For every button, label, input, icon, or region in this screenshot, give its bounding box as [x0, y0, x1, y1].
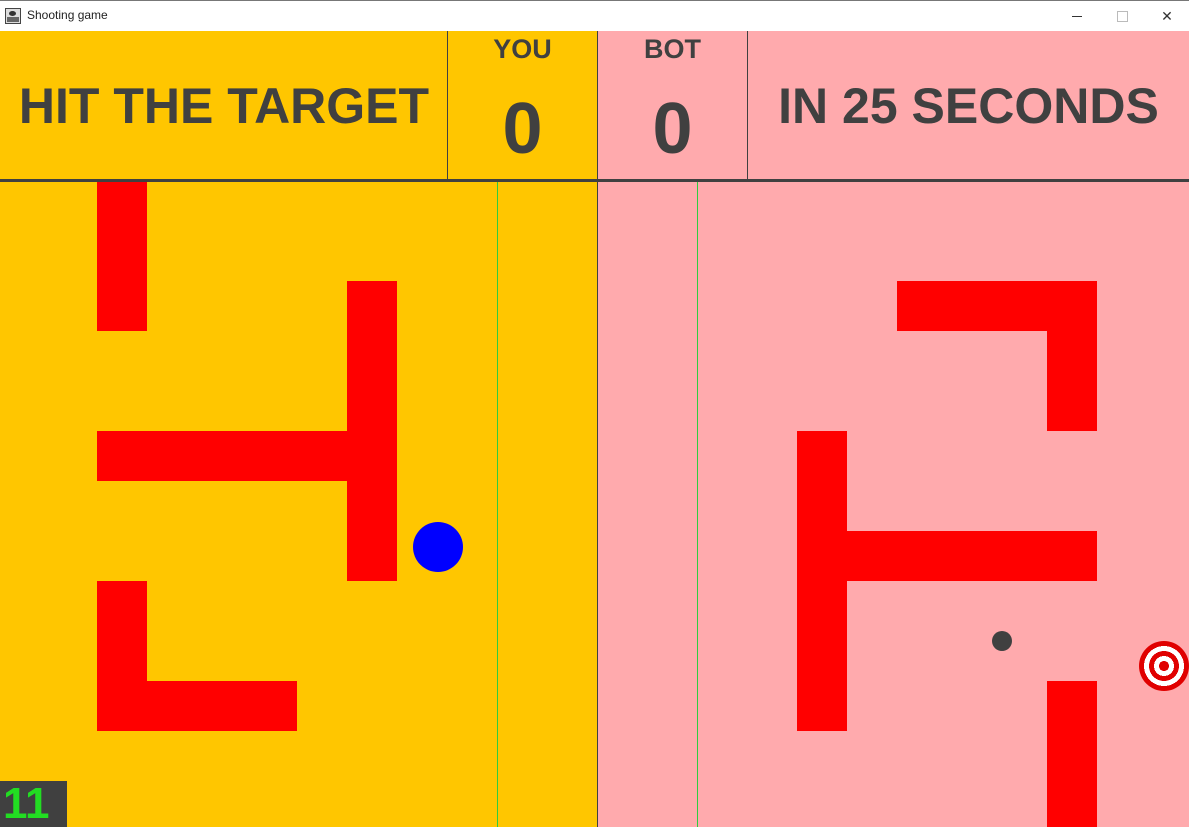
wall: [1047, 681, 1097, 827]
you-score-cell: 0: [447, 68, 598, 180]
right-message-panel: IN 25 SECONDS: [748, 31, 1189, 180]
title-bar: Shooting game ✕: [0, 0, 1189, 31]
close-icon: ✕: [1161, 7, 1173, 24]
left-message-panel: HIT THE TARGET: [0, 31, 448, 180]
bot-label: BOT: [644, 34, 701, 64]
maximize-icon: [1116, 10, 1128, 22]
bullseye-target-icon[interactable]: [1139, 641, 1189, 691]
you-label-cell: YOU: [447, 31, 598, 69]
minimize-icon: [1072, 15, 1082, 17]
minimize-button[interactable]: [1054, 1, 1100, 31]
wall: [97, 581, 147, 731]
bot-guide-line: [697, 182, 698, 827]
wall: [97, 182, 147, 331]
player-ball[interactable]: [413, 522, 463, 572]
close-button[interactable]: ✕: [1144, 1, 1189, 31]
countdown-timer: 11: [0, 781, 67, 827]
bot-field: [598, 182, 1189, 827]
bot-ball: [992, 631, 1012, 651]
right-message: IN 25 SECONDS: [778, 77, 1159, 134]
timer-value: 11: [3, 779, 50, 828]
bot-score: 0: [652, 89, 693, 169]
app-icon: [5, 8, 21, 24]
wall: [347, 281, 397, 581]
bot-score-cell: 0: [597, 68, 748, 180]
wall: [97, 431, 347, 481]
wall: [847, 531, 1097, 581]
wall: [147, 681, 297, 731]
you-score: 0: [502, 89, 543, 169]
bot-label-cell: BOT: [597, 31, 748, 69]
player-guide-line: [497, 182, 498, 827]
wall: [1047, 331, 1097, 431]
wall: [797, 431, 847, 731]
maximize-button[interactable]: [1099, 1, 1145, 31]
game-area: HIT THE TARGET YOU 0 BOT 0 IN 25 SECONDS: [0, 31, 1189, 827]
left-message: HIT THE TARGET: [18, 77, 430, 134]
player-field: [0, 182, 597, 827]
you-label: YOU: [493, 34, 552, 64]
wall: [897, 281, 1097, 331]
window-title: Shooting game: [27, 8, 108, 22]
